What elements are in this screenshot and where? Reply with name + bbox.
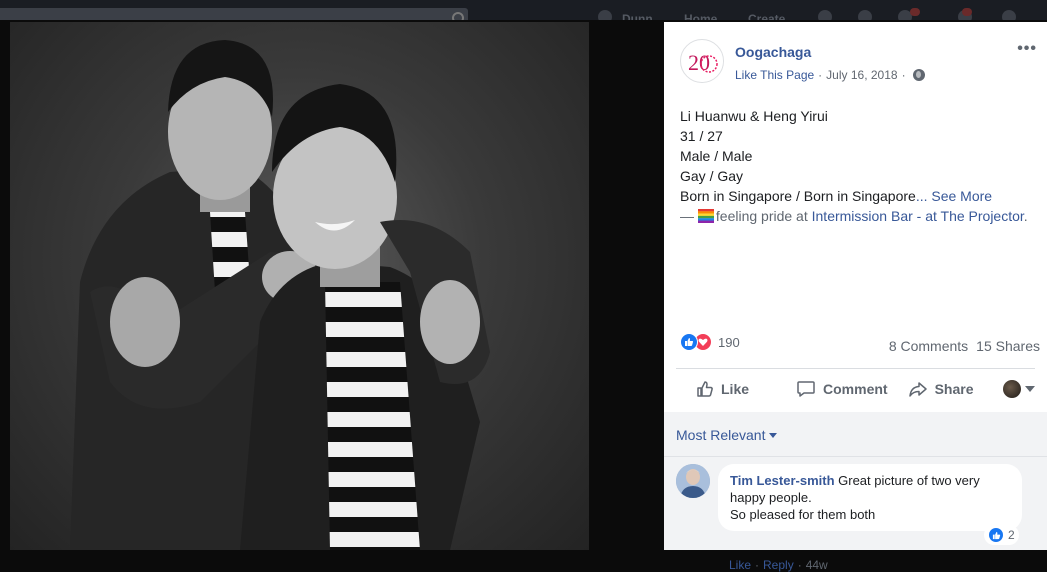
comment-button-label: Comment bbox=[823, 381, 888, 397]
share-button[interactable]: Share bbox=[908, 372, 974, 406]
top-navigation-bar: Dunn Home Create bbox=[0, 0, 1047, 20]
friends-icon[interactable] bbox=[818, 10, 832, 20]
meta-separator: · bbox=[901, 68, 906, 82]
post-details-panel: 20 Oogachaga Like This Page · July 16, 2… bbox=[664, 22, 1047, 572]
search-input[interactable] bbox=[0, 8, 468, 20]
comment-reactions[interactable]: 2 bbox=[984, 525, 1019, 545]
comment-time[interactable]: 44w bbox=[806, 558, 828, 572]
photo-illustration bbox=[70, 40, 490, 550]
user-avatar bbox=[1002, 380, 1021, 398]
chevron-down-icon bbox=[769, 432, 778, 438]
comment-reply-link[interactable]: Reply bbox=[763, 558, 794, 572]
react-as-selector[interactable] bbox=[1002, 380, 1035, 398]
divider bbox=[676, 368, 1035, 369]
chevron-down-icon bbox=[1024, 386, 1035, 392]
rainbow-flag-icon bbox=[697, 209, 714, 223]
person-photo-icon bbox=[676, 464, 710, 498]
reactions-summary[interactable]: 190 bbox=[680, 333, 740, 351]
post-line: Male / Male bbox=[680, 148, 753, 164]
more-options-ellipsis-icon[interactable]: ••• bbox=[1017, 40, 1037, 58]
notification-badge bbox=[910, 8, 920, 16]
feeling-text: feeling pride at bbox=[715, 208, 812, 224]
post-line: Born in Singapore / Born in Singapore...… bbox=[680, 186, 1040, 206]
shares-count-link[interactable]: 15 Shares bbox=[976, 338, 1040, 354]
comment-button[interactable]: Comment bbox=[796, 372, 888, 406]
comment-reaction-count: 2 bbox=[1008, 528, 1015, 542]
page-name-link[interactable]: Oogachaga bbox=[735, 44, 811, 60]
post-line: 31 / 27 bbox=[680, 128, 723, 144]
messenger-icon[interactable] bbox=[858, 10, 872, 20]
place-link[interactable]: Intermission Bar - at The Projector bbox=[812, 208, 1024, 224]
post-line: Gay / Gay bbox=[680, 168, 744, 184]
comment-bubble: Tim Lester-smith Great picture of two ve… bbox=[718, 464, 1022, 531]
comment-text: Great picture of two very bbox=[834, 473, 980, 488]
thumbs-up-icon bbox=[697, 381, 713, 397]
feeling-line: — feeling pride at Intermission Bar - at… bbox=[680, 206, 1040, 226]
dash: — bbox=[680, 208, 698, 224]
share-button-label: Share bbox=[934, 381, 974, 397]
post-actions-bar: Like Comment Share bbox=[676, 372, 1046, 406]
sort-label: Most Relevant bbox=[676, 427, 766, 443]
reaction-count: 190 bbox=[718, 334, 740, 350]
like-reaction-icon bbox=[680, 333, 698, 351]
end-period: . bbox=[1023, 208, 1028, 224]
comments-section: Most Relevant Tim Lester-smith Great pic… bbox=[664, 412, 1047, 572]
comment-like-link[interactable]: Like bbox=[729, 558, 751, 572]
post-date[interactable]: July 16, 2018 bbox=[826, 68, 897, 82]
separator: · bbox=[755, 558, 760, 572]
comment-author-link[interactable]: Tim Lester-smith bbox=[730, 473, 835, 488]
see-more-link[interactable]: ... See More bbox=[916, 188, 992, 204]
like-button[interactable]: Like bbox=[696, 372, 749, 406]
post-line: Li Huanwu & Heng Yirui bbox=[680, 108, 828, 124]
engagement-counts: 8 Comments 15 Shares bbox=[889, 338, 1040, 354]
nav-create[interactable]: Create bbox=[748, 12, 785, 20]
notification-badge bbox=[962, 8, 972, 16]
comment-bubble-icon bbox=[797, 381, 815, 397]
comment-text: happy people. bbox=[730, 490, 812, 505]
like-button-label: Like bbox=[721, 381, 750, 397]
nav-profile[interactable]: Dunn bbox=[622, 12, 653, 20]
meta-separator: · bbox=[818, 68, 823, 82]
born-line: Born in Singapore / Born in Singapore bbox=[680, 188, 916, 204]
account-menu-icon[interactable] bbox=[1002, 10, 1016, 20]
divider bbox=[664, 456, 1047, 457]
comment-actions: Like · Reply · 44w bbox=[729, 558, 828, 572]
oogachaga-logo-icon: 20 bbox=[683, 42, 723, 82]
comment-sort-dropdown[interactable]: Most Relevant bbox=[676, 427, 778, 443]
commenter-avatar[interactable] bbox=[676, 464, 710, 498]
share-arrow-icon bbox=[908, 382, 927, 397]
comments-count-link[interactable]: 8 Comments bbox=[889, 338, 968, 354]
separator: · bbox=[797, 558, 802, 572]
post-text: Li Huanwu & Heng Yirui 31 / 27 Male / Ma… bbox=[680, 106, 1040, 226]
nav-home[interactable]: Home bbox=[684, 12, 717, 20]
like-reaction-icon bbox=[988, 527, 1004, 543]
globe-icon[interactable] bbox=[912, 69, 925, 81]
comment-text: So pleased for them both bbox=[730, 507, 876, 522]
post-photo[interactable] bbox=[10, 22, 589, 550]
like-page-link[interactable]: Like This Page bbox=[735, 68, 814, 82]
post-meta: Like This Page · July 16, 2018 · bbox=[735, 68, 925, 82]
page-avatar[interactable]: 20 bbox=[680, 39, 724, 83]
search-icon[interactable] bbox=[452, 12, 464, 20]
profile-avatar-icon[interactable] bbox=[598, 10, 612, 20]
